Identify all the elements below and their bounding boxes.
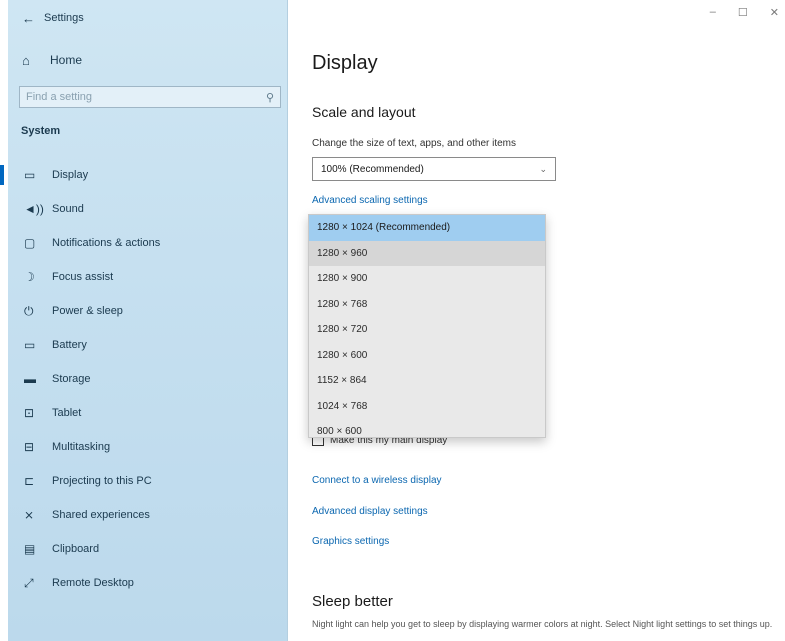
projecting-icon: ⊏ (24, 474, 35, 488)
sidebar-item-sound[interactable]: ◄)) Sound (8, 192, 288, 226)
sidebar-item-label: Display (52, 169, 89, 181)
minimize-button[interactable]: – (710, 6, 716, 19)
resolution-option[interactable]: 1280 × 600 (309, 343, 545, 369)
sidebar-item-label: Power & sleep (52, 305, 123, 317)
chevron-down-icon: ⌄ (539, 163, 547, 174)
settings-window: ← Settings ⌂ Home Find a setting ⚲ Syste… (0, 0, 785, 641)
tablet-icon: ⊡ (24, 406, 35, 420)
resolution-option[interactable]: 1280 × 720 (309, 317, 545, 343)
notification-icon: ▢ (24, 236, 36, 250)
sidebar-item-label: Multitasking (52, 441, 111, 453)
sidebar-item-battery[interactable]: ▭ Battery (8, 328, 288, 362)
sidebar-item-multitasking[interactable]: ⊟ Multitasking (8, 430, 288, 464)
graphics-settings-link[interactable]: Graphics settings (312, 536, 389, 547)
multitasking-icon: ⊟ (24, 440, 35, 454)
sidebar-item-notifications-actions[interactable]: ▢ Notifications & actions (8, 226, 288, 260)
sidebar-item-label: Battery (52, 339, 87, 351)
clipboard-icon: ▤ (24, 542, 36, 556)
window-title: Settings (44, 12, 84, 24)
home-label: Home (50, 53, 83, 67)
advanced-scaling-link[interactable]: Advanced scaling settings (312, 195, 428, 206)
sidebar: ← Settings ⌂ Home Find a setting ⚲ Syste… (0, 0, 288, 641)
home-link[interactable]: ⌂ Home (8, 48, 288, 72)
scale-description: Change the size of text, apps, and other… (312, 138, 517, 149)
moon-icon: ☽ (24, 270, 35, 284)
sidebar-item-power-sleep[interactable]: ⏻ Power & sleep (8, 294, 288, 328)
sidebar-item-tablet[interactable]: ⊡ Tablet (8, 396, 288, 430)
sidebar-item-shared-experiences[interactable]: ⨯ Shared experiences (8, 498, 288, 532)
resolution-dropdown-list[interactable]: 1280 × 1024 (Recommended) 1280 × 960 1280 … (308, 214, 546, 438)
close-button[interactable]: ✕ (770, 6, 779, 19)
sidebar-item-label: Remote Desktop (52, 577, 134, 589)
sound-icon: ◄)) (24, 202, 44, 216)
sidebar-item-storage[interactable]: ▬ Storage (8, 362, 288, 396)
resolution-option[interactable]: 1280 × 768 (309, 292, 545, 318)
advanced-display-link[interactable]: Advanced display settings (312, 506, 428, 517)
maximize-button[interactable]: ☐ (738, 6, 748, 19)
resolution-option[interactable]: 800 × 600 (309, 419, 545, 445)
sidebar-item-label: Shared experiences (52, 509, 150, 521)
sidebar-item-clipboard[interactable]: ▤ Clipboard (8, 532, 288, 566)
sidebar-item-label: Projecting to this PC (52, 475, 152, 487)
remote-icon: ⤢ (24, 575, 34, 590)
sidebar-item-projecting-to-this-pc[interactable]: ⊏ Projecting to this PC (8, 464, 288, 498)
search-icon: ⚲ (265, 91, 274, 104)
window-controls: – ☐ ✕ (710, 6, 779, 19)
home-icon: ⌂ (22, 52, 30, 68)
scale-value: 100% (Recommended) (321, 163, 424, 175)
storage-icon: ▬ (24, 372, 36, 386)
sidebar-item-label: Notifications & actions (52, 237, 161, 249)
sidebar-item-remote-desktop[interactable]: ⤢ Remote Desktop (8, 566, 288, 600)
scale-dropdown[interactable]: 100% (Recommended) ⌄ (312, 157, 556, 181)
sidebar-item-label: Storage (52, 373, 91, 385)
wireless-display-link[interactable]: Connect to a wireless display (312, 475, 442, 486)
search-input[interactable]: Find a setting ⚲ (19, 86, 281, 108)
monitor-icon: ▭ (24, 168, 36, 182)
sleep-description: Night light can help you get to sleep by… (312, 619, 773, 629)
back-arrow-icon[interactable]: ← (22, 11, 44, 26)
section-label: System (21, 125, 61, 137)
shared-icon: ⨯ (24, 508, 35, 522)
sidebar-item-label: Clipboard (52, 543, 100, 555)
power-icon: ⏻ (24, 303, 34, 318)
search-placeholder: Find a setting (26, 91, 93, 103)
title-bar: ← Settings (8, 0, 288, 36)
sidebar-item-display[interactable]: ▭ Display (0, 158, 288, 192)
battery-icon: ▭ (24, 338, 36, 352)
sidebar-item-focus-assist[interactable]: ☽ Focus assist (8, 260, 288, 294)
page-title: Display (312, 52, 378, 74)
resolution-option[interactable]: 1280 × 960 (309, 240, 545, 266)
resolution-option[interactable]: 1152 × 864 (309, 368, 545, 394)
sleep-heading: Sleep better (312, 593, 393, 610)
resolution-option[interactable]: 1280 × 1024 (Recommended) (309, 215, 545, 241)
sidebar-item-label: Focus assist (52, 271, 114, 283)
sidebar-item-label: Sound (52, 203, 84, 215)
resolution-option[interactable]: 1024 × 768 (309, 394, 545, 420)
resolution-option[interactable]: 1280 × 900 (309, 266, 545, 292)
sidebar-item-label: Tablet (52, 407, 82, 419)
sidebar-nav: ▭ Display ◄)) Sound ▢ Notifications & actions… (0, 158, 288, 600)
scale-heading: Scale and layout (312, 104, 416, 120)
main-content: – ☐ ✕ Display Scale and layout Change th… (288, 0, 785, 641)
